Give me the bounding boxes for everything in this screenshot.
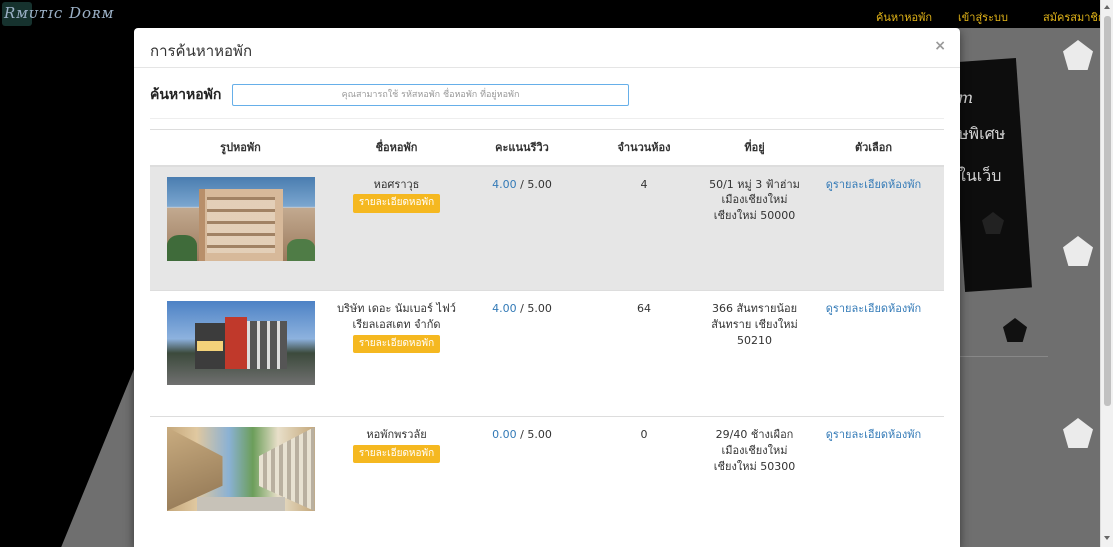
- review-score: 4.00: [492, 302, 517, 315]
- dorm-name: หอพักพรวลัย: [366, 428, 427, 441]
- review-score-max: / 5.00: [516, 428, 552, 441]
- review-score-max: / 5.00: [516, 302, 552, 315]
- review-score: 0.00: [492, 428, 517, 441]
- dorm-name: หอศราวุธ: [373, 177, 420, 191]
- dorm-address: 29/40 ช้างเผือก เมืองเชียงใหม่ เชียงใหม่…: [706, 416, 803, 547]
- dorm-name-cell: หอศราวุธ รายละเอียดหอพัก: [331, 165, 462, 291]
- dorm-photo[interactable]: [166, 301, 315, 385]
- search-label: ค้นหาหอพัก: [150, 87, 222, 103]
- column-header-rooms: จำนวนห้อง: [582, 129, 706, 167]
- dorm-name-cell: หอพักพรวลัย รายละเอียดหอพัก: [331, 416, 462, 547]
- search-input[interactable]: [232, 84, 629, 106]
- dorm-detail-button[interactable]: รายละเอียดหอพัก: [352, 444, 441, 464]
- divider: [150, 118, 944, 119]
- column-header-score: คะแนนรีวิว: [462, 129, 582, 167]
- dorm-image-cell: [150, 165, 331, 291]
- dorm-name-cell: บริษัท เดอะ นัมเบอร์ ไฟว์ เรียลเอสเตท จำ…: [331, 290, 462, 417]
- review-score-cell: 4.00 / 5.00: [462, 290, 582, 417]
- table-row: บริษัท เดอะ นัมเบอร์ ไฟว์ เรียลเอสเตท จำ…: [150, 290, 944, 417]
- background-right-text-3: ในเว็บ: [958, 166, 1002, 185]
- room-count: 64: [582, 290, 706, 417]
- table-row: หอพักพรวลัย รายละเอียดหอพัก 0.00 / 5.00 …: [150, 416, 944, 547]
- search-dorm-modal: การค้นหาหอพัก × ค้นหาหอพัก รูปหอพัก ชื่อ…: [134, 28, 960, 547]
- dorm-address: 50/1 หมู่ 3 ฟ้าฮ่าม เมืองเชียงใหม่ เชียง…: [706, 165, 803, 291]
- site-logo[interactable]: Rᴍᴜᴛɪᴄ Dᴏʀᴍ: [4, 4, 114, 22]
- column-header-image: รูปหอพัก: [150, 129, 331, 167]
- column-header-options: ตัวเลือก: [803, 129, 944, 167]
- scroll-up-arrow-icon[interactable]: [1104, 5, 1110, 9]
- scrollbar-thumb[interactable]: [1104, 16, 1111, 406]
- nav-login[interactable]: เข้าสู่ระบบ: [958, 8, 1008, 26]
- room-count: 4: [582, 165, 706, 291]
- search-row: ค้นหาหอพัก: [150, 84, 940, 106]
- dorm-name: บริษัท เดอะ นัมเบอร์ ไฟว์ เรียลเอสเตท จำ…: [337, 302, 456, 331]
- nav-search-dorm[interactable]: ค้นหาหอพัก: [876, 8, 932, 26]
- review-score: 4.00: [492, 177, 517, 191]
- column-header-name: ชื่อหอพัก: [331, 129, 462, 167]
- dorm-results-table: รูปหอพัก ชื่อหอพัก คะแนนรีวิว จำนวนห้อง …: [150, 129, 944, 547]
- table-row: หอศราวุธ รายละเอียดหอพัก 4.00 / 5.00 4 5…: [150, 165, 944, 291]
- page-scrollbar[interactable]: [1100, 0, 1113, 547]
- dorm-image-cell: [150, 416, 331, 547]
- view-rooms-link[interactable]: ดูรายละเอียดห้องพัก: [826, 428, 921, 441]
- background-right-text-2: ษพิเศษ: [958, 124, 1006, 143]
- dorm-detail-button[interactable]: รายละเอียดหอพัก: [352, 334, 441, 354]
- room-count: 0: [582, 416, 706, 547]
- review-score-max: / 5.00: [516, 177, 552, 191]
- options-cell: ดูรายละเอียดห้องพัก: [803, 416, 944, 547]
- view-rooms-link[interactable]: ดูรายละเอียดห้องพัก: [826, 302, 921, 315]
- modal-header: การค้นหาหอพัก ×: [134, 28, 960, 68]
- scroll-down-arrow-icon[interactable]: [1104, 536, 1110, 540]
- modal-title: การค้นหาหอพัก: [150, 42, 253, 60]
- review-score-cell: 4.00 / 5.00: [462, 165, 582, 291]
- dorm-detail-button[interactable]: รายละเอียดหอพัก: [352, 194, 441, 213]
- view-rooms-link[interactable]: ดูรายละเอียดห้องพัก: [826, 178, 921, 191]
- close-icon[interactable]: ×: [934, 38, 946, 54]
- dorm-address: 366 สันทรายน้อย สันทราย เชียงใหม่ 50210: [706, 290, 803, 417]
- options-cell: ดูรายละเอียดห้องพัก: [803, 290, 944, 417]
- background-divider: [958, 356, 1048, 357]
- dorm-photo[interactable]: [166, 176, 315, 261]
- top-navbar: Rᴍᴜᴛɪᴄ Dᴏʀᴍ ค้นหาหอพัก เข้าสู่ระบบ สมัคร…: [0, 0, 1105, 28]
- review-score-cell: 0.00 / 5.00: [462, 416, 582, 547]
- background-right-text-1: m: [958, 88, 974, 107]
- options-cell: ดูรายละเอียดห้องพัก: [803, 165, 944, 291]
- nav-register[interactable]: สมัครสมาชิก: [1043, 8, 1105, 26]
- column-header-address: ที่อยู่: [706, 129, 803, 167]
- dorm-image-cell: [150, 290, 331, 417]
- dorm-photo[interactable]: [166, 427, 315, 511]
- table-header-row: รูปหอพัก ชื่อหอพัก คะแนนรีวิว จำนวนห้อง …: [150, 129, 944, 167]
